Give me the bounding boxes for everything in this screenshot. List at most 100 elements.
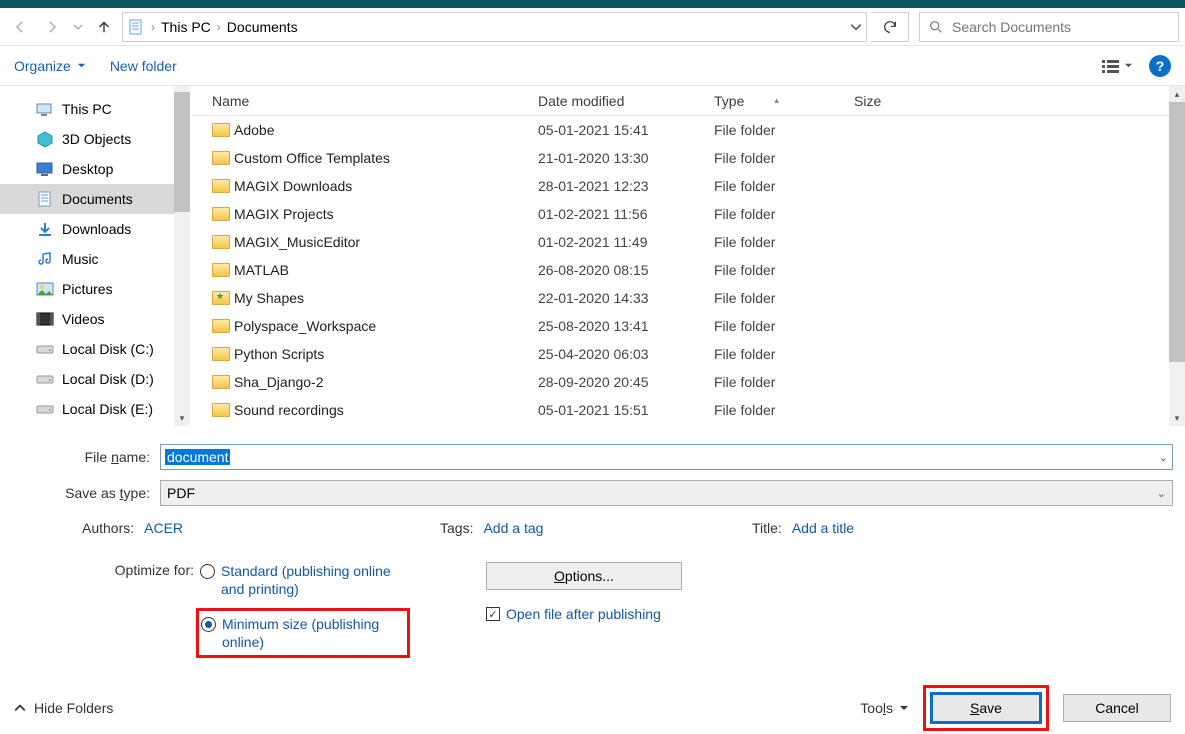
search-input[interactable] — [952, 19, 1170, 35]
title-label: Title: — [752, 520, 782, 536]
organize-label: Organize — [14, 58, 71, 74]
filename-dropdown-icon[interactable]: ⌄ — [1159, 451, 1168, 464]
file-scroll-up[interactable]: ▴ — [1169, 86, 1185, 102]
file-name: Python Scripts — [234, 346, 538, 362]
file-row[interactable]: Adobe05-01-2021 15:41File folder — [190, 116, 1185, 144]
hide-folders-button[interactable]: Hide Folders — [14, 700, 113, 716]
chevron-down-icon: ⌄ — [1157, 487, 1166, 500]
view-options-button[interactable] — [1102, 59, 1133, 73]
tree-item[interactable]: Desktop — [0, 154, 190, 184]
file-modified: 25-04-2020 06:03 — [538, 346, 714, 362]
tree-item[interactable]: 3D Objects — [0, 124, 190, 154]
disk-icon — [36, 370, 54, 388]
file-type: File folder — [714, 346, 864, 362]
chevron-up-icon — [14, 702, 26, 714]
file-type: File folder — [714, 122, 864, 138]
radio-standard[interactable]: Standard (publishing online and printing… — [200, 562, 410, 598]
tools-button[interactable]: Tools — [860, 700, 909, 716]
file-name: My Shapes — [234, 290, 538, 306]
file-row[interactable]: MATLAB26-08-2020 08:15File folder — [190, 256, 1185, 284]
tree-item[interactable]: This PC — [0, 94, 190, 124]
folder-icon — [212, 179, 234, 193]
open-after-checkbox[interactable]: ✓ Open file after publishing — [486, 606, 661, 622]
tree-scrollbar-thumb[interactable] — [174, 92, 190, 212]
saveas-label: Save as type: — [12, 485, 160, 501]
tree-item[interactable]: Local Disk (D:) — [0, 364, 190, 394]
nav-forward[interactable] — [38, 13, 66, 41]
file-modified: 01-02-2021 11:49 — [538, 234, 714, 250]
file-row[interactable]: Sha_Django-228-09-2020 20:45File folder — [190, 368, 1185, 396]
tree-item[interactable]: Videos — [0, 304, 190, 334]
column-modified[interactable]: Date modified — [538, 93, 714, 109]
folder-icon — [212, 235, 234, 249]
folder-icon — [212, 207, 234, 221]
chevron-down-icon — [899, 703, 909, 713]
tree-item[interactable]: Local Disk (E:) — [0, 394, 190, 424]
tree-item-label: This PC — [62, 101, 112, 117]
navigation-tree: This PC 3D ObjectsDesktop Documents Downloa… — [0, 86, 190, 426]
folder-icon — [212, 319, 234, 333]
file-row[interactable]: My Shapes22-01-2020 14:33File folder — [190, 284, 1185, 312]
title-value[interactable]: Add a title — [792, 520, 854, 536]
tree-item[interactable]: Music — [0, 244, 190, 274]
tree-item-label: Local Disk (C:) — [62, 341, 154, 357]
breadcrumb-documents[interactable]: Documents — [227, 19, 298, 35]
column-type[interactable]: Type▴ — [714, 93, 854, 109]
pc-icon — [36, 100, 54, 118]
file-scrollbar-thumb[interactable] — [1169, 102, 1185, 362]
tree-item[interactable]: Downloads — [0, 214, 190, 244]
nav-up[interactable] — [90, 13, 118, 41]
breadcrumb-this-pc[interactable]: This PC — [161, 19, 211, 35]
vid-icon — [36, 310, 54, 328]
file-type: File folder — [714, 374, 864, 390]
tree-item[interactable]: Local Disk (C:) — [0, 334, 190, 364]
radio-on-icon — [201, 617, 216, 632]
file-scroll-down[interactable]: ▾ — [1169, 410, 1185, 426]
file-row[interactable]: MAGIX Downloads28-01-2021 12:23File fold… — [190, 172, 1185, 200]
refresh-button[interactable] — [871, 12, 909, 42]
address-bar[interactable]: › This PC › Documents — [122, 12, 867, 42]
file-type: File folder — [714, 402, 864, 418]
nav-recent-dropdown[interactable] — [70, 13, 86, 41]
column-name[interactable]: Name — [212, 93, 538, 109]
file-modified: 21-01-2020 13:30 — [538, 150, 714, 166]
tree-item[interactable]: Documents — [0, 184, 190, 214]
address-dropdown-icon[interactable] — [850, 21, 862, 33]
saveas-combo[interactable]: PDF ⌄ — [160, 480, 1173, 506]
file-name: MAGIX_MusicEditor — [234, 234, 538, 250]
search-box[interactable] — [919, 12, 1179, 42]
file-row[interactable]: Python Scripts25-04-2020 06:03File folde… — [190, 340, 1185, 368]
tree-item-label: Documents — [62, 191, 133, 207]
tags-value[interactable]: Add a tag — [483, 520, 543, 536]
file-row[interactable]: MAGIX Projects01-02-2021 11:56File folde… — [190, 200, 1185, 228]
authors-value[interactable]: ACER — [144, 520, 183, 536]
file-row[interactable]: MAGIX_MusicEditor01-02-2021 11:49File fo… — [190, 228, 1185, 256]
file-modified: 22-01-2020 14:33 — [538, 290, 714, 306]
file-row[interactable]: Polyspace_Workspace25-08-2020 13:41File … — [190, 312, 1185, 340]
tree-scroll-down[interactable]: ▾ — [174, 410, 190, 426]
file-modified: 28-09-2020 20:45 — [538, 374, 714, 390]
organize-button[interactable]: Organize — [14, 58, 86, 74]
nav-back[interactable] — [6, 13, 34, 41]
filename-input[interactable]: document ⌄ — [160, 444, 1173, 470]
cancel-button[interactable]: Cancel — [1063, 694, 1171, 722]
file-row[interactable]: Sound recordings05-01-2021 15:51File fol… — [190, 396, 1185, 424]
chevron-right-icon: › — [151, 20, 155, 34]
file-type: File folder — [714, 178, 864, 194]
doc-icon — [36, 190, 54, 208]
help-button[interactable]: ? — [1149, 55, 1171, 77]
file-row[interactable]: Custom Office Templates21-01-2020 13:30F… — [190, 144, 1185, 172]
file-type: File folder — [714, 262, 864, 278]
file-type: File folder — [714, 234, 864, 250]
column-size[interactable]: Size — [854, 93, 954, 109]
file-type: File folder — [714, 206, 864, 222]
save-button[interactable]: Save — [932, 694, 1040, 722]
new-folder-button[interactable]: New folder — [110, 58, 177, 74]
options-button[interactable]: Options... — [486, 562, 682, 590]
tree-item[interactable]: Pictures — [0, 274, 190, 304]
radio-minimum-size-label: Minimum size (publishing online) — [222, 615, 405, 651]
file-modified: 01-02-2021 11:56 — [538, 206, 714, 222]
file-name: Polyspace_Workspace — [234, 318, 538, 334]
radio-minimum-size[interactable]: Minimum size (publishing online) — [196, 608, 410, 658]
open-after-label: Open file after publishing — [506, 606, 661, 622]
